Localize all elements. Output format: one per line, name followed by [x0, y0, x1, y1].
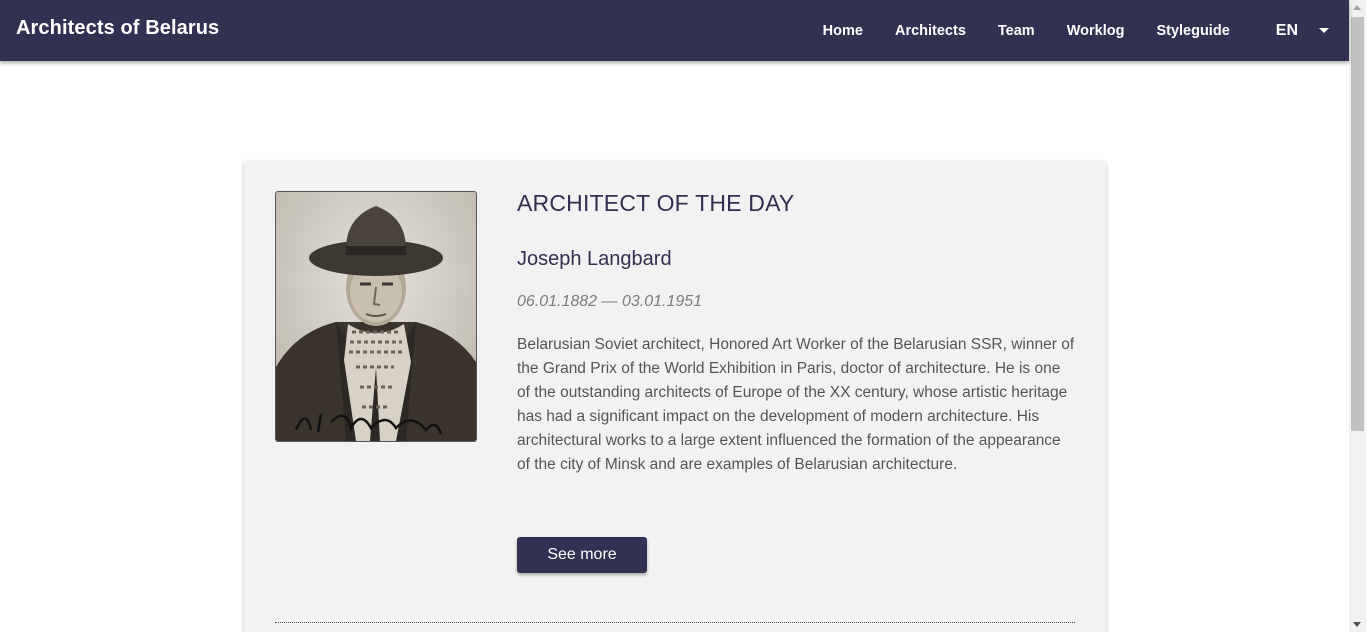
- site-brand[interactable]: Architects of Belarus: [16, 17, 219, 40]
- app-header: Architects of Belarus Home Architects Te…: [0, 0, 1349, 61]
- language-select[interactable]: EN: [1276, 22, 1329, 40]
- language-value: EN: [1275, 21, 1298, 39]
- caret-down-icon: [1319, 28, 1329, 33]
- scroll-down-arrow-icon[interactable]: [1353, 622, 1361, 627]
- nav-item-styleguide[interactable]: Styleguide: [1156, 23, 1229, 39]
- architect-of-day-card: ARCHITECT OF THE DAY Joseph Langbard 06.…: [244, 162, 1106, 632]
- architect-info: ARCHITECT OF THE DAY Joseph Langbard 06.…: [517, 190, 1077, 477]
- nav-item-architects[interactable]: Architects: [895, 23, 966, 39]
- section-divider: [275, 622, 1075, 623]
- portrait-image: [276, 192, 476, 441]
- nav-item-home[interactable]: Home: [823, 23, 863, 39]
- architect-portrait: [275, 191, 477, 442]
- page-scrollbar[interactable]: [1349, 0, 1366, 632]
- architect-bio: Belarusian Soviet architect, Honored Art…: [517, 336, 1075, 473]
- nav-item-worklog[interactable]: Worklog: [1067, 23, 1125, 39]
- see-more-button[interactable]: See more: [517, 537, 647, 573]
- architect-life-dates: 06.01.1882 — 03.01.1951: [517, 293, 703, 310]
- nav-item-team[interactable]: Team: [998, 23, 1035, 39]
- scrollbar-thumb[interactable]: [1351, 17, 1364, 431]
- architect-name: Joseph Langbard: [517, 248, 672, 270]
- main-nav: Home Architects Team Worklog Styleguide …: [823, 0, 1349, 61]
- section-title: ARCHITECT OF THE DAY: [517, 190, 795, 216]
- scroll-up-arrow-icon[interactable]: [1353, 5, 1361, 10]
